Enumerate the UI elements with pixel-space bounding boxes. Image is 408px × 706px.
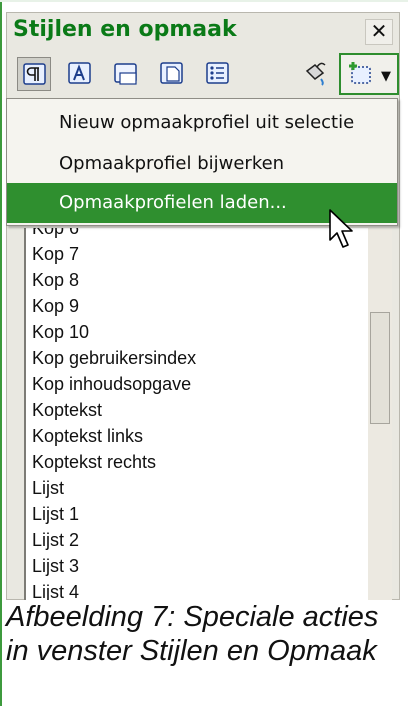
styles-toolbar: ▼ [7, 49, 399, 101]
fill-format-mode-icon [305, 62, 326, 86]
menu-item-label: Opmaakprofiel bijwerken [59, 153, 285, 174]
page-styles-icon [160, 62, 183, 84]
list-item[interactable]: Kop 9 [32, 296, 79, 317]
menu-item-label: Opmaakprofielen laden... [59, 192, 287, 213]
panel-title: Stijlen en opmaak [13, 17, 237, 42]
mouse-pointer-icon [329, 209, 353, 248]
list-item[interactable]: Koptekst rechts [32, 452, 156, 473]
new-style-dropdown-button[interactable]: ▼ [339, 53, 399, 95]
menu-item-new-from-selection[interactable]: Nieuw opmaakprofiel uit selectie [7, 103, 397, 143]
list-styles-button[interactable] [201, 57, 235, 91]
list-item[interactable]: Kop 10 [32, 322, 89, 343]
list-item[interactable]: Kop 6 [32, 228, 79, 239]
panel-titlebar: Stijlen en opmaak ✕ [7, 13, 399, 49]
figure-left-border [0, 0, 2, 706]
styles-list[interactable]: Kop 6 Kop 7 Kop 8 Kop 9 Kop 10 Kop gebru… [24, 228, 368, 600]
list-item[interactable]: Kop inhoudsopgave [32, 374, 191, 395]
frame-styles-button[interactable] [109, 57, 143, 91]
list-item[interactable]: Lijst 2 [32, 530, 79, 551]
list-item[interactable]: Koptekst [32, 400, 102, 421]
list-item[interactable]: Kop 8 [32, 270, 79, 291]
figure-caption: Afbeelding 7: Speciale acties in venster… [6, 601, 379, 667]
character-styles-icon [68, 62, 91, 84]
frame-styles-icon [114, 63, 137, 85]
new-style-from-selection-icon [349, 62, 371, 84]
close-button[interactable]: ✕ [365, 19, 393, 45]
styles-list-scrollbar[interactable] [368, 228, 392, 600]
scrollbar-thumb[interactable] [370, 312, 390, 424]
chevron-down-icon: ▼ [381, 69, 391, 84]
page-styles-button[interactable] [155, 57, 189, 91]
list-item[interactable]: Kop gebruikersindex [32, 348, 196, 369]
menu-item-label: Nieuw opmaakprofiel uit selectie [59, 112, 355, 133]
list-styles-icon [206, 62, 229, 84]
list-item[interactable]: Lijst 4 [32, 582, 79, 600]
menu-item-update-style[interactable]: Opmaakprofiel bijwerken [7, 144, 397, 184]
figure-top-border [0, 0, 408, 2]
list-item[interactable]: Koptekst links [32, 426, 143, 447]
list-item[interactable]: Lijst 1 [32, 504, 79, 525]
character-styles-button[interactable] [63, 57, 97, 91]
close-icon: ✕ [370, 19, 388, 43]
list-item[interactable]: Lijst [32, 478, 64, 499]
paragraph-styles-button[interactable] [17, 57, 51, 91]
list-item[interactable]: Lijst 3 [32, 556, 79, 577]
new-style-menu: Nieuw opmaakprofiel uit selectie Opmaakp… [6, 98, 398, 226]
paragraph-styles-icon [23, 63, 46, 85]
list-item[interactable]: Kop 7 [32, 244, 79, 265]
fill-format-mode-button[interactable] [297, 57, 331, 91]
